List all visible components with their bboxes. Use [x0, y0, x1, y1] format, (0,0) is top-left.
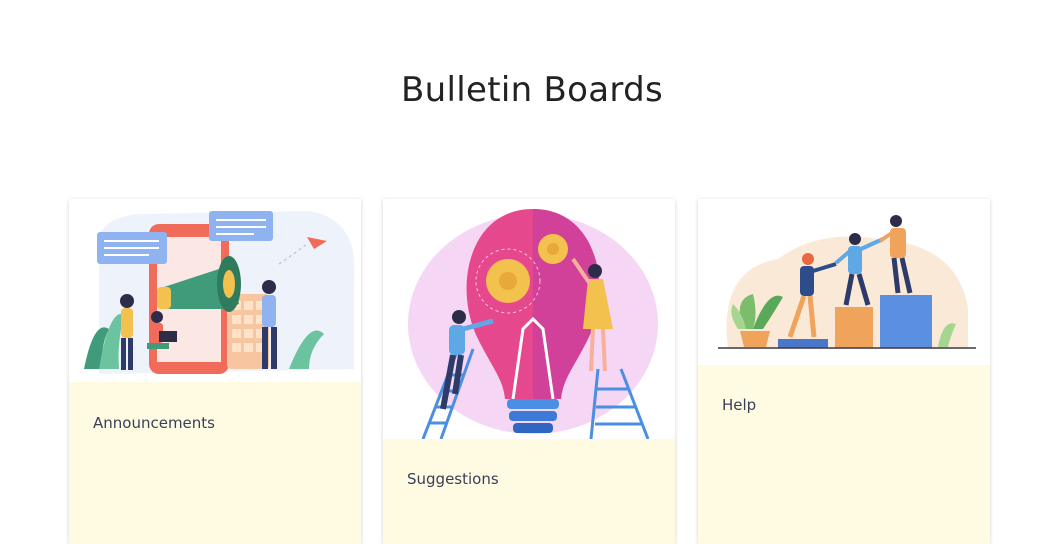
lightbulb-illustration	[383, 199, 675, 439]
teamwork-steps-illustration	[698, 199, 990, 365]
board-card-suggestions[interactable]: Suggestions	[383, 199, 675, 544]
board-card-announcements[interactable]: Announcements	[69, 199, 361, 544]
board-label: Announcements	[93, 414, 215, 432]
board-label: Suggestions	[407, 470, 499, 488]
megaphone-illustration	[69, 199, 361, 382]
board-card-help[interactable]: Help	[698, 199, 990, 544]
board-label: Help	[722, 396, 757, 414]
page-title: Bulletin Boards	[401, 70, 663, 110]
